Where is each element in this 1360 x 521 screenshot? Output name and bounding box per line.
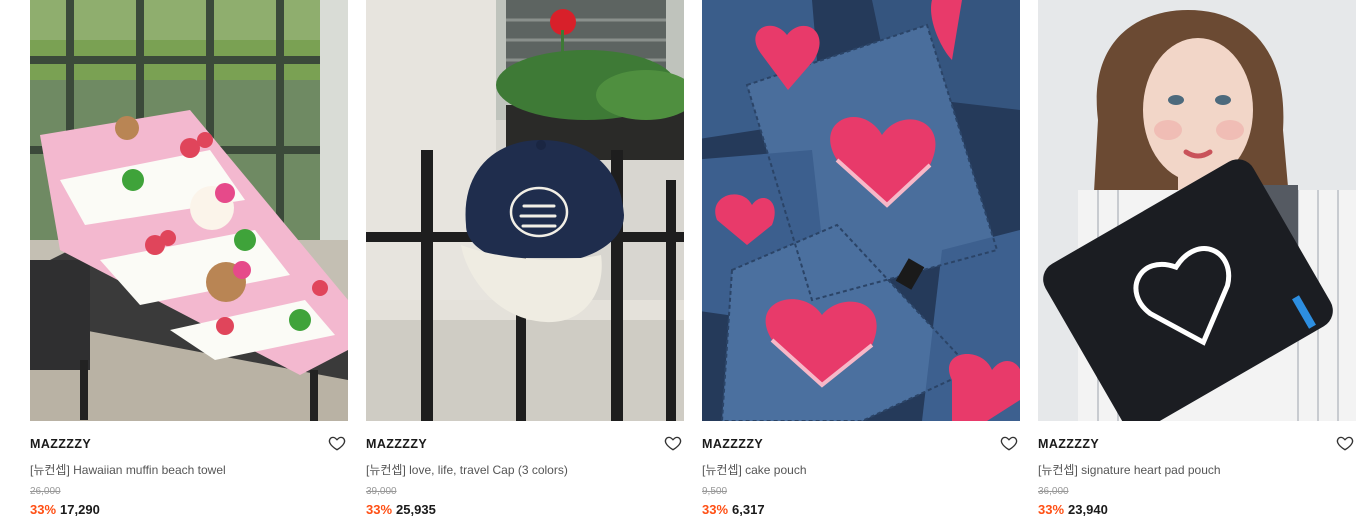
sale-price: 23,940: [1068, 502, 1108, 517]
heart-pad-pouch-image: [1038, 0, 1356, 421]
original-price: 36,000: [1038, 486, 1069, 497]
heart-outline-icon[interactable]: [1336, 434, 1354, 452]
product-name[interactable]: [뉴컨셉] signature heart pad pouch: [1038, 461, 1221, 478]
brand-name[interactable]: MAZZZZY: [366, 437, 427, 451]
product-image-heart-pad-pouch[interactable]: [1038, 0, 1356, 421]
discount-rate: 33%: [702, 502, 729, 517]
original-price: 9,500: [702, 486, 728, 497]
brand-name[interactable]: MAZZZZY: [702, 437, 763, 451]
product-name[interactable]: [뉴컨셉] Hawaiian muffin beach towel: [30, 461, 226, 478]
product-card[interactable]: MAZZZZY [뉴컨셉] love, life, travel Cap (3 …: [366, 0, 684, 521]
product-info: MAZZZZY [뉴컨셉] Hawaiian muffin beach towe…: [30, 421, 348, 521]
heart-outline-icon[interactable]: [1000, 434, 1018, 452]
sale-price: 6,317: [732, 502, 765, 517]
product-name[interactable]: [뉴컨셉] love, life, travel Cap (3 colors): [366, 461, 568, 478]
sale-price: 17,290: [60, 502, 100, 517]
product-image-cake-pouch[interactable]: [702, 0, 1020, 421]
discount-rate: 33%: [1038, 502, 1065, 517]
discount-rate: 33%: [30, 502, 57, 517]
heart-outline-icon[interactable]: [664, 434, 682, 452]
price-row: 33% 6,317: [702, 502, 765, 517]
cap-image: [366, 0, 684, 421]
product-image-beach-towel[interactable]: [30, 0, 348, 421]
sale-price: 25,935: [396, 502, 436, 517]
discount-rate: 33%: [366, 502, 393, 517]
price-row: 33% 17,290: [30, 502, 100, 517]
cake-pouch-image: [702, 0, 1020, 421]
price-row: 33% 25,935: [366, 502, 436, 517]
product-info: MAZZZZY [뉴컨셉] love, life, travel Cap (3 …: [366, 421, 684, 521]
product-image-cap[interactable]: [366, 0, 684, 421]
product-info: MAZZZZY [뉴컨셉] signature heart pad pouch …: [1038, 421, 1356, 521]
product-card[interactable]: MAZZZZY [뉴컨셉] signature heart pad pouch …: [1038, 0, 1356, 521]
heart-outline-icon[interactable]: [328, 434, 346, 452]
price-row: 33% 23,940: [1038, 502, 1108, 517]
original-price: 39,000: [366, 486, 397, 497]
product-name[interactable]: [뉴컨셉] cake pouch: [702, 461, 807, 478]
product-grid: MAZZZZY [뉴컨셉] Hawaiian muffin beach towe…: [30, 0, 1356, 521]
beach-towel-image: [30, 0, 348, 421]
product-card[interactable]: MAZZZZY [뉴컨셉] Hawaiian muffin beach towe…: [30, 0, 348, 521]
brand-name[interactable]: MAZZZZY: [30, 437, 91, 451]
product-card[interactable]: MAZZZZY [뉴컨셉] cake pouch 9,500 33% 6,317: [702, 0, 1020, 521]
product-info: MAZZZZY [뉴컨셉] cake pouch 9,500 33% 6,317: [702, 421, 1020, 521]
brand-name[interactable]: MAZZZZY: [1038, 437, 1099, 451]
original-price: 26,000: [30, 486, 61, 497]
